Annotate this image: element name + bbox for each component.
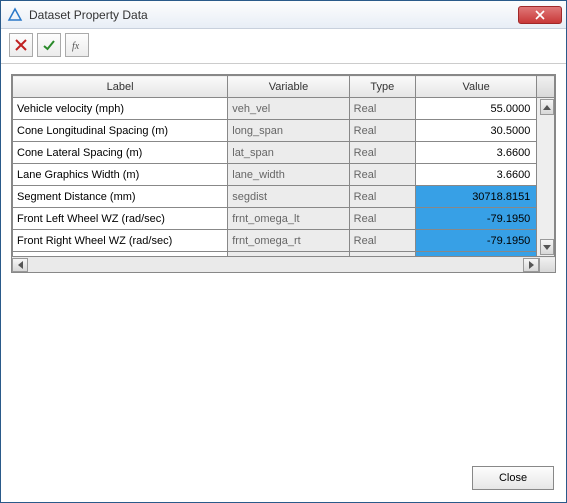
horizontal-scrollbar[interactable] <box>11 257 556 273</box>
dialog-window: Dataset Property Data fx <box>0 0 567 503</box>
cancel-button[interactable] <box>9 33 33 57</box>
cell-variable: frnt_omega_rt <box>228 230 349 252</box>
content-area: Label Variable Type Value Vehicle veloci… <box>1 64 566 454</box>
cell-type: Real <box>349 142 415 164</box>
table-row: Front Left Wheel WZ (rad/sec)frnt_omega_… <box>13 208 555 230</box>
dialog-footer: Close <box>1 454 566 502</box>
cell-type: Real <box>349 98 415 120</box>
table-row: Rear Wheel WZ (rad/sec)rear_omega_ltReal… <box>13 252 555 257</box>
table-row: Segment Distance (mm)segdistReal30718.81… <box>13 186 555 208</box>
table-row: Cone Lateral Spacing (m)lat_spanReal3.66… <box>13 142 555 164</box>
window-title: Dataset Property Data <box>29 8 518 22</box>
cell-label[interactable]: Front Right Wheel WZ (rad/sec) <box>13 230 228 252</box>
cell-label[interactable]: Cone Longitudinal Spacing (m) <box>13 120 228 142</box>
cell-variable: frnt_omega_lt <box>228 208 349 230</box>
close-button[interactable]: Close <box>472 466 554 490</box>
cell-value[interactable]: 55.0000 <box>415 98 536 120</box>
cell-label[interactable]: Lane Graphics Width (m) <box>13 164 228 186</box>
cell-type: Real <box>349 120 415 142</box>
accept-button[interactable] <box>37 33 61 57</box>
titlebar[interactable]: Dataset Property Data <box>1 1 566 29</box>
cell-value[interactable]: 30.5000 <box>415 120 536 142</box>
table-row: Lane Graphics Width (m)lane_widthReal3.6… <box>13 164 555 186</box>
window-close-button[interactable] <box>518 6 562 24</box>
cell-variable: lane_width <box>228 164 349 186</box>
cell-value[interactable]: 3.6600 <box>415 142 536 164</box>
property-table: Label Variable Type Value Vehicle veloci… <box>12 75 555 256</box>
row-scroll-spacer <box>537 186 555 208</box>
cell-value[interactable]: 30718.8151 <box>415 186 536 208</box>
fx-button[interactable]: fx <box>65 33 89 57</box>
cell-label[interactable]: Rear Wheel WZ (rad/sec) <box>13 252 228 257</box>
app-icon <box>7 7 23 23</box>
toolbar: fx <box>1 29 566 64</box>
row-scroll-spacer <box>537 164 555 186</box>
cell-type: Real <box>349 252 415 257</box>
cell-label[interactable]: Segment Distance (mm) <box>13 186 228 208</box>
cell-value[interactable]: -79.1950 <box>415 208 536 230</box>
svg-text:fx: fx <box>72 41 80 52</box>
header-scroll-spacer <box>537 76 555 98</box>
column-header-variable[interactable]: Variable <box>228 76 349 98</box>
scroll-corner <box>539 258 555 272</box>
scroll-down-arrow[interactable] <box>540 239 554 255</box>
cell-label[interactable]: Cone Lateral Spacing (m) <box>13 142 228 164</box>
cell-type: Real <box>349 186 415 208</box>
scroll-left-arrow[interactable] <box>12 258 28 272</box>
cell-type: Real <box>349 164 415 186</box>
column-header-type[interactable]: Type <box>349 76 415 98</box>
cell-value[interactable]: 3.6600 <box>415 164 536 186</box>
table-row: Cone Longitudinal Spacing (m)long_spanRe… <box>13 120 555 142</box>
cell-variable: rear_omega_lt <box>228 252 349 257</box>
table-row: Front Right Wheel WZ (rad/sec)frnt_omega… <box>13 230 555 252</box>
table-row: Vehicle velocity (mph)veh_velReal55.0000 <box>13 98 555 120</box>
scroll-right-arrow[interactable] <box>523 258 539 272</box>
cell-variable: lat_span <box>228 142 349 164</box>
cell-variable: segdist <box>228 186 349 208</box>
cell-value[interactable]: -79.1950 <box>415 230 536 252</box>
cell-variable: long_span <box>228 120 349 142</box>
row-scroll-spacer <box>537 208 555 230</box>
scroll-up-arrow[interactable] <box>540 99 554 115</box>
property-table-container: Label Variable Type Value Vehicle veloci… <box>11 74 556 257</box>
cell-type: Real <box>349 230 415 252</box>
cell-type: Real <box>349 208 415 230</box>
cell-value[interactable]: -79.1950 <box>415 252 536 257</box>
cell-label[interactable]: Vehicle velocity (mph) <box>13 98 228 120</box>
cell-variable: veh_vel <box>228 98 349 120</box>
row-scroll-spacer <box>537 120 555 142</box>
row-scroll-spacer <box>537 142 555 164</box>
cell-label[interactable]: Front Left Wheel WZ (rad/sec) <box>13 208 228 230</box>
column-header-label[interactable]: Label <box>13 76 228 98</box>
column-header-value[interactable]: Value <box>415 76 536 98</box>
